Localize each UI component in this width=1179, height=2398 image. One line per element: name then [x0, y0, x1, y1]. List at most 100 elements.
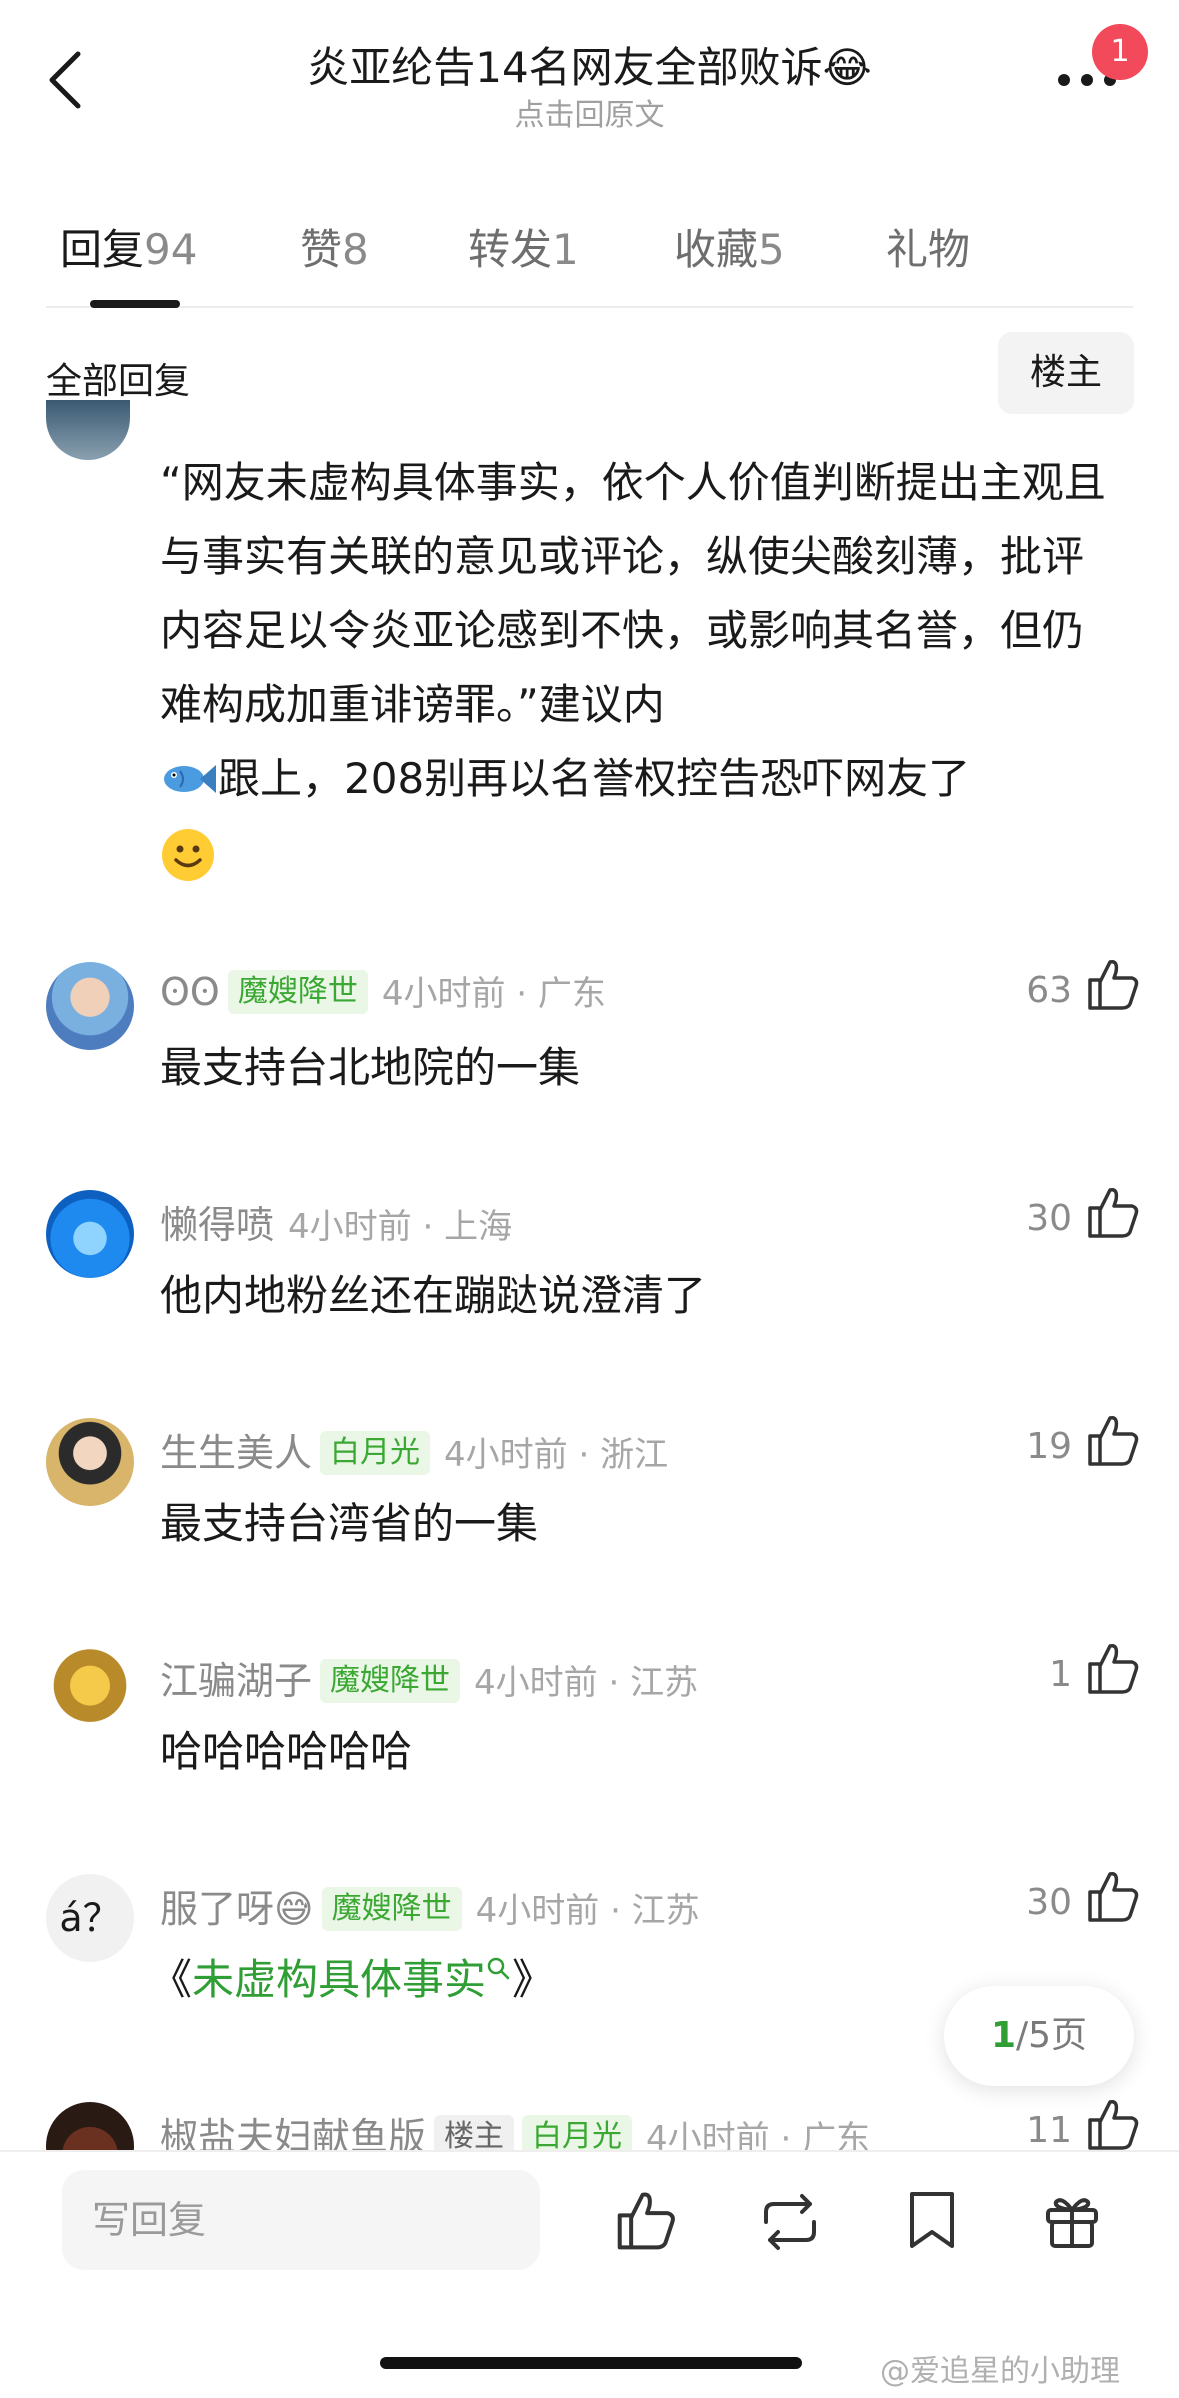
comment-text: 最支持台北地院的一集 — [160, 1043, 581, 1092]
user-badge: 魔嫂降世 — [320, 1659, 461, 1703]
thumbs-up-icon — [1088, 2099, 1139, 2150]
comment-text: 《未虚构具体事实》 — [150, 1946, 554, 2007]
repost-button[interactable] — [756, 2192, 824, 2256]
tab-reposts[interactable]: 转发1 — [468, 216, 579, 277]
username[interactable]: ʘʘ — [160, 970, 220, 1014]
thumbs-up-icon — [1088, 1871, 1139, 1922]
tab-replies[interactable]: 回复94 — [60, 216, 197, 277]
username[interactable]: 懒得喷 — [160, 1203, 274, 1247]
search-topic-link[interactable]: 未虚构具体事实 — [192, 1955, 486, 2004]
page-title: 炎亚纶告14名网友全部败诉😂 — [307, 43, 872, 92]
username[interactable]: 椒盐夫妇献鱼版 — [160, 2115, 426, 2150]
like-button[interactable] — [1086, 1868, 1140, 1928]
filter-op-button[interactable]: 楼主 — [998, 332, 1134, 414]
thumbs-up-icon — [617, 2192, 675, 2250]
back-to-original-link[interactable]: 点击回原文 — [200, 90, 979, 134]
tab-likes[interactable]: 赞8 — [300, 216, 369, 277]
comment-item[interactable]: ʘʘ 魔嫂降世 4小时前 · 广东 63 最支持台北地院的一集 — [0, 940, 1179, 1100]
search-icon — [486, 1955, 512, 2004]
comment-text: 哈哈哈哈哈哈 — [160, 1727, 413, 1776]
current-page: 1 — [990, 2015, 1016, 2056]
user-badge: 白月光 — [320, 1431, 431, 1475]
tab-divider — [46, 306, 1133, 308]
comment-header: 江骗湖子 魔嫂降世 4小时前 · 江苏 — [160, 1650, 698, 1705]
comment-meta: 4小时前 · 上海 — [288, 1207, 513, 1247]
username[interactable]: 生生美人 — [160, 1431, 312, 1475]
comment-meta: 4小时前 · 浙江 — [444, 1435, 669, 1475]
avatar[interactable] — [46, 1190, 134, 1278]
comment-header: 椒盐夫妇献鱼版 楼主 白月光 4小时前 · 广东 — [160, 2106, 870, 2150]
post-text: “网友未虚构具体事实，依个人价值判断提出主观且与事实有关联的意见或评论，纵使尖酸… — [160, 446, 1120, 906]
watermark: @爱追星的小助理 — [880, 2354, 1120, 2389]
like-button[interactable] — [1086, 1640, 1140, 1700]
avatar[interactable] — [46, 400, 130, 460]
thumbs-up-icon — [1088, 1415, 1139, 1466]
thumbs-up-icon — [1088, 1187, 1139, 1238]
chevron-left-icon — [49, 51, 81, 109]
like-button[interactable] — [1086, 1184, 1140, 1244]
tab-gifts[interactable]: 礼物 — [886, 216, 970, 277]
back-button[interactable] — [38, 40, 98, 120]
comment-text: 他内地粉丝还在蹦跶说澄清了 — [160, 1271, 707, 1320]
avatar[interactable] — [46, 962, 134, 1050]
tab-count: 94 — [144, 225, 198, 274]
comment-meta: 4小时前 · 广东 — [381, 974, 606, 1014]
like-count: 30 — [1026, 1198, 1072, 1239]
tab-count: 8 — [342, 225, 369, 274]
gift-icon — [1046, 2198, 1098, 2248]
user-badge: 魔嫂降世 — [227, 970, 368, 1014]
avatar[interactable]: á？ — [46, 1874, 134, 1962]
comment-item[interactable]: 生生美人 白月光 4小时前 · 浙江 19 最支持台湾省的一集 — [0, 1396, 1179, 1556]
comment-meta: 4小时前 · 江苏 — [474, 1663, 699, 1703]
like-count: 30 — [1026, 1882, 1072, 1923]
gift-button[interactable] — [1040, 2188, 1104, 2256]
active-tab-indicator — [90, 300, 180, 308]
tab-label: 收藏 — [674, 225, 759, 274]
notification-badge: 1 — [1092, 24, 1148, 80]
comment-item[interactable]: 椒盐夫妇献鱼版 楼主 白月光 4小时前 · 广东 11 — [0, 2080, 1179, 2150]
avatar[interactable] — [46, 1418, 134, 1506]
tab-count: 1 — [552, 225, 579, 274]
text-fragment: 《 — [150, 1955, 193, 2004]
post-text-part: 跟上，208别再以名誉权控告恐吓网友了 — [218, 754, 971, 803]
section-label: 全部回复 — [46, 361, 191, 402]
comment-item[interactable]: 懒得喷 4小时前 · 上海 30 他内地粉丝还在蹦跶说澄清了 — [0, 1168, 1179, 1328]
avatar[interactable] — [46, 2102, 134, 2150]
tab-favorites[interactable]: 收藏5 — [674, 216, 785, 277]
username[interactable]: 江骗湖子 — [160, 1659, 312, 1703]
repost-icon — [764, 2194, 816, 2250]
like-count: 11 — [1026, 2110, 1072, 2150]
tab-label: 转发 — [468, 225, 553, 274]
tab-count: 5 — [758, 225, 785, 274]
like-button[interactable] — [1086, 2096, 1140, 2150]
comment-meta: 4小时前 · 江苏 — [475, 1891, 700, 1931]
user-badge: 白月光 — [522, 2115, 633, 2150]
comment-item[interactable]: 江骗湖子 魔嫂降世 4小时前 · 江苏 1 哈哈哈哈哈哈 — [0, 1624, 1179, 1784]
comment-header: 懒得喷 4小时前 · 上海 — [160, 1194, 512, 1249]
home-indicator — [380, 2357, 802, 2369]
comment-header: ʘʘ 魔嫂降世 4小时前 · 广东 — [160, 966, 606, 1015]
tab-label: 礼物 — [886, 225, 971, 274]
fish-icon — [160, 750, 218, 824]
tab-label: 赞 — [300, 225, 343, 274]
like-button[interactable] — [1086, 1412, 1140, 1472]
like-button[interactable] — [1086, 956, 1140, 1016]
comment-header: 生生美人 白月光 4小时前 · 浙江 — [160, 1422, 668, 1477]
page-indicator[interactable]: 1/5页 — [944, 1986, 1134, 2086]
comment-meta: 4小时前 · 广东 — [646, 2119, 871, 2150]
thumbs-up-icon — [1088, 959, 1139, 1010]
comment-text: 最支持台湾省的一集 — [160, 1499, 539, 1548]
op-badge: 楼主 — [434, 2115, 515, 2150]
tab-label: 回复 — [60, 225, 145, 274]
reply-input[interactable]: 写回复 — [62, 2170, 540, 2270]
like-post-button[interactable] — [614, 2188, 678, 2256]
username[interactable]: 服了呀😅 — [160, 1887, 314, 1931]
bookmark-icon — [910, 2192, 954, 2248]
avatar[interactable] — [46, 1646, 134, 1734]
thumbs-up-icon — [1088, 1643, 1139, 1694]
text-fragment: 》 — [512, 1955, 555, 2004]
comment-header: 服了呀😅 魔嫂降世 4小时前 · 江苏 — [160, 1878, 700, 1933]
post-text-part: “网友未虚构具体事实，依个人价值判断提出主观且与事实有关联的意见或评论，纵使尖酸… — [160, 458, 1106, 729]
like-count: 19 — [1026, 1426, 1072, 1467]
favorite-button[interactable] — [906, 2188, 958, 2256]
